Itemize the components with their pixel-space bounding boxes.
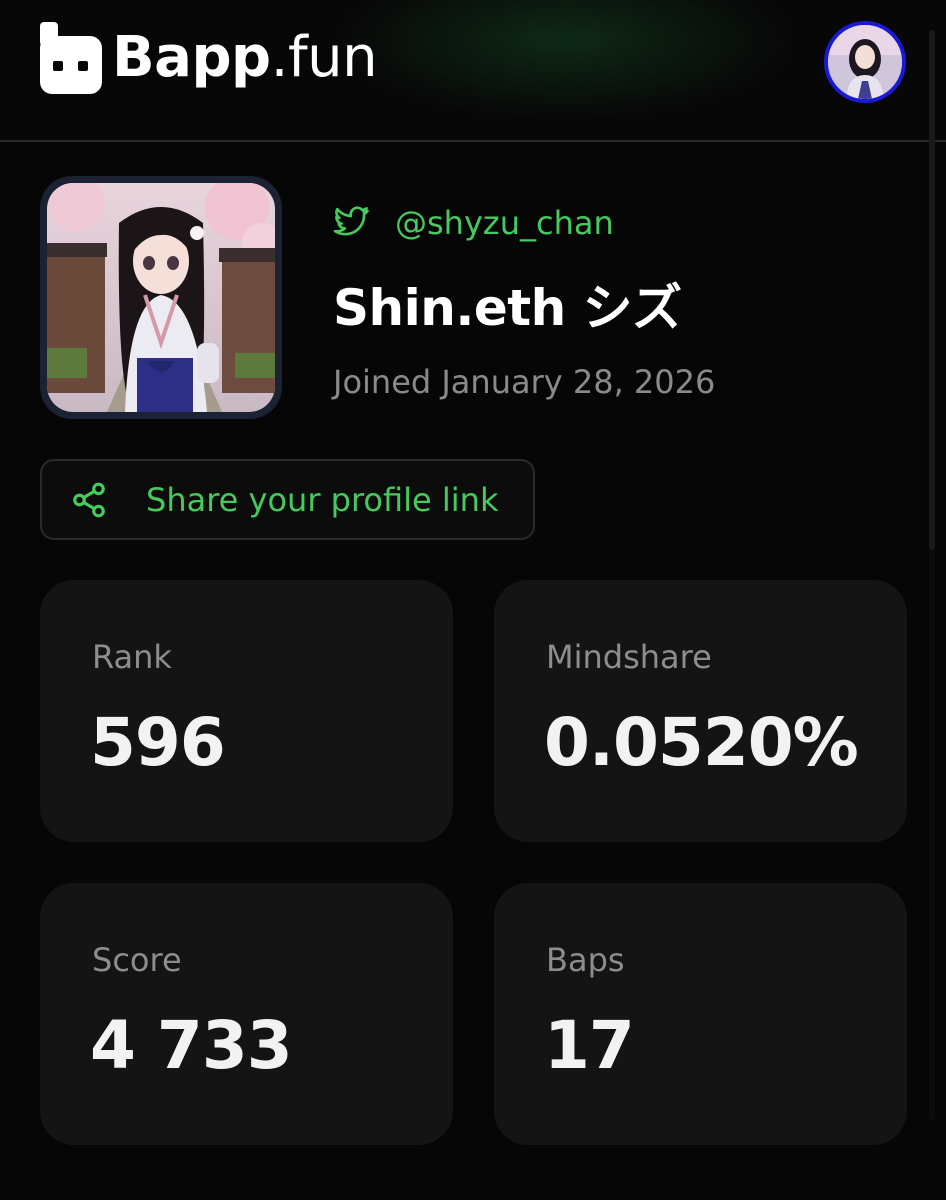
share-profile-button[interactable]: Share your profile link xyxy=(40,459,535,540)
stat-label: Baps xyxy=(546,941,625,979)
twitter-handle: @shyzu_chan xyxy=(395,204,614,242)
share-profile-label: Share your profile link xyxy=(146,481,499,519)
stat-value: 17 xyxy=(544,1007,635,1084)
twitter-icon xyxy=(333,206,369,236)
stat-value: 4 733 xyxy=(90,1007,293,1084)
scrollbar-thumb[interactable] xyxy=(929,30,935,550)
profile-avatar xyxy=(40,176,282,419)
bapp-logo-icon xyxy=(40,22,102,94)
logo-wordmark: Bapp.fun xyxy=(112,22,378,94)
stat-label: Mindshare xyxy=(546,638,712,676)
logo-light-text: .fun xyxy=(270,25,378,90)
stat-value: 596 xyxy=(90,704,226,781)
stat-value: 0.0520% xyxy=(544,704,859,781)
profile-name: Shin.eth シズ xyxy=(333,279,682,337)
stat-card-baps: Baps 17 xyxy=(494,883,907,1145)
user-avatar-image xyxy=(828,25,902,99)
share-icon xyxy=(73,482,105,518)
top-bar: Bapp.fun xyxy=(0,0,946,142)
bapp-logo[interactable]: Bapp.fun xyxy=(40,22,378,94)
stat-card-mindshare: Mindshare 0.0520% xyxy=(494,580,907,842)
stat-label: Score xyxy=(92,941,182,979)
twitter-handle-link[interactable]: @shyzu_chan xyxy=(333,201,614,245)
joined-date: Joined January 28, 2026 xyxy=(333,363,716,401)
stat-label: Rank xyxy=(92,638,172,676)
logo-bold-text: Bapp xyxy=(112,25,271,90)
user-avatar[interactable] xyxy=(824,21,906,103)
profile-avatar-image xyxy=(47,183,275,412)
stat-card-rank: Rank 596 xyxy=(40,580,453,842)
stat-card-score: Score 4 733 xyxy=(40,883,453,1145)
profile-page: Bapp.fun @shyzu_chan Shin.eth シズ Joined … xyxy=(0,0,946,1200)
